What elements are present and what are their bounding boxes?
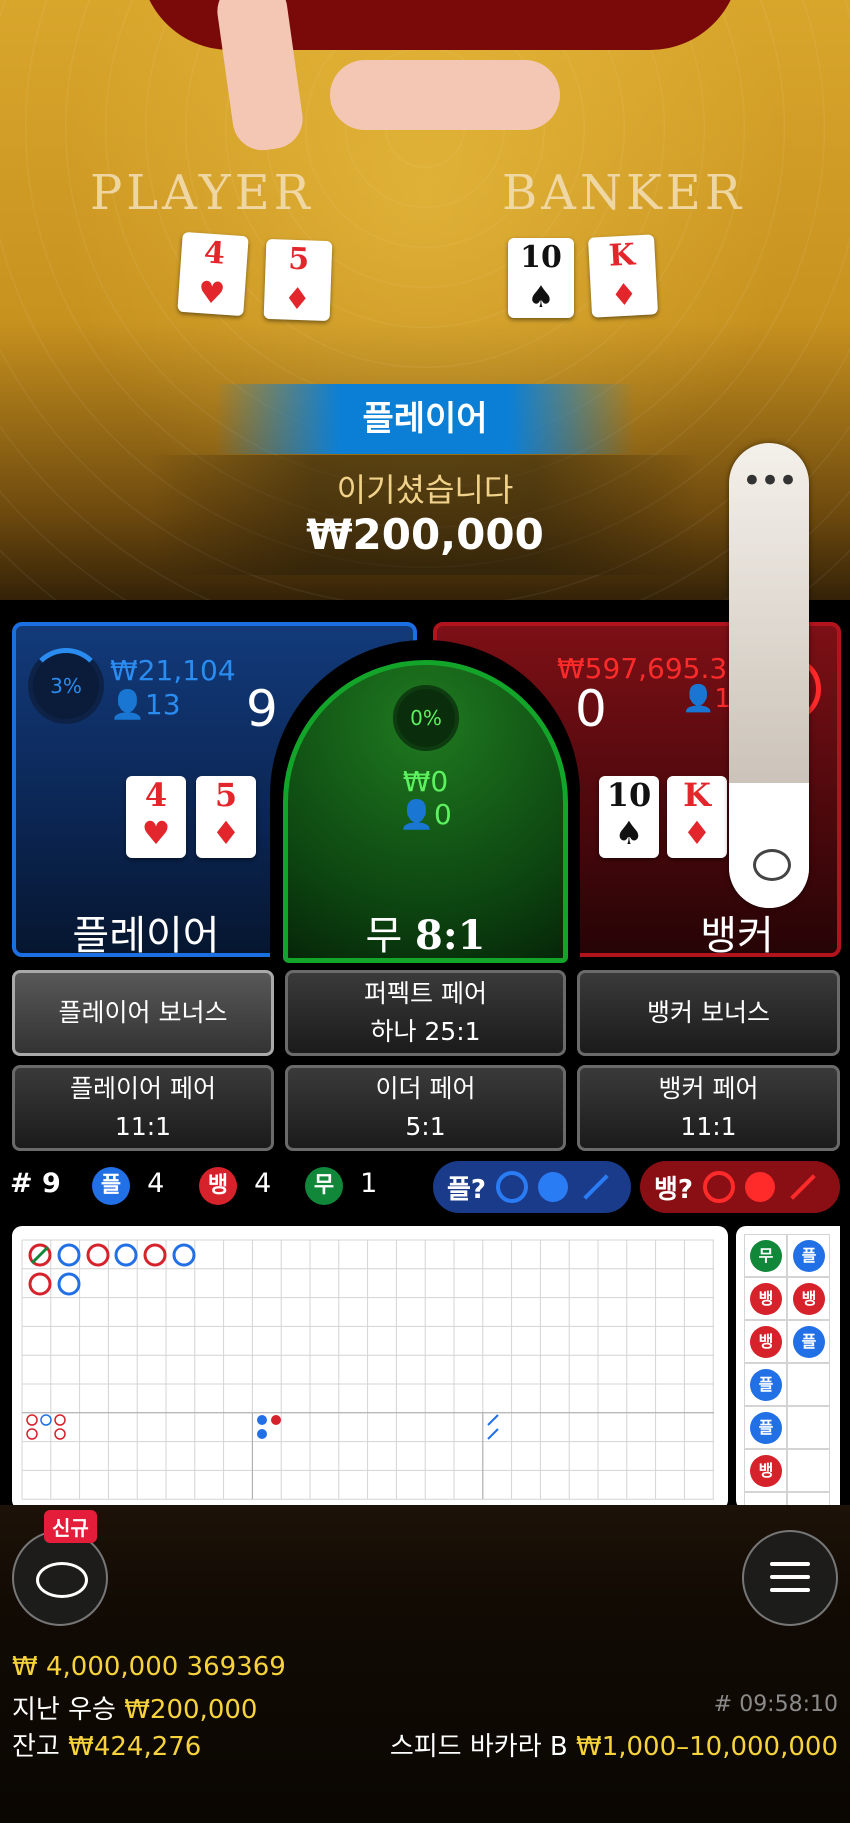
banker-card-1: 10 ♠ <box>599 776 659 858</box>
new-badge: 신규 <box>44 1510 97 1543</box>
player-dot-solid-icon <box>538 1172 569 1202</box>
road-banker-mark <box>28 1272 52 1296</box>
banker-spot-title: 뱅커 <box>700 913 774 959</box>
banker-ring-icon <box>703 1171 736 1203</box>
bead-result: 뱅 <box>793 1283 825 1315</box>
tie-bet-spot[interactable]: 0% ₩0 👤0 무 8:1 <box>283 660 568 963</box>
table-limits: ₩1,000–10,000,000 <box>575 1732 838 1762</box>
player-dot-icon: 플 <box>92 1167 130 1205</box>
person-icon: 👤 <box>110 688 145 721</box>
bead-result: 플 <box>750 1369 782 1401</box>
player-score: 9 <box>246 680 278 738</box>
round-number: # 9 <box>10 1168 61 1199</box>
player-percent-ring: 3% <box>28 648 104 724</box>
player-ring-icon <box>496 1171 529 1203</box>
balance-amount: ₩424,276 <box>68 1732 202 1762</box>
tie-dot-icon: 무 <box>305 1167 343 1205</box>
player-bettor-count: 👤13 <box>110 688 181 721</box>
road-banker-mark <box>143 1243 167 1267</box>
slider-fill <box>729 783 809 908</box>
win-amount: ₩200,000 <box>306 510 544 559</box>
hamburger-icon <box>770 1562 810 1592</box>
player-bet-amount: ₩21,104 <box>110 654 236 687</box>
road-player-mark <box>114 1243 138 1267</box>
tie-bettor-count: 👤0 <box>399 798 452 831</box>
player-slash-icon <box>583 1174 609 1200</box>
balance-label: 잔고 <box>12 1732 60 1762</box>
table-banker-card-2: K ♦ <box>587 234 659 318</box>
chat-button[interactable] <box>12 1530 108 1626</box>
player-count-stat: 플 4 <box>92 1167 164 1205</box>
balance-line: 잔고 ₩424,276 <box>12 1726 201 1763</box>
chip-icon <box>36 1562 88 1598</box>
bead-cell <box>787 1449 830 1492</box>
big-road-scoreboard[interactable] <box>12 1226 728 1510</box>
player-pair-button[interactable]: 플레이어 페어 11:1 <box>12 1065 274 1151</box>
side-panel-slider[interactable]: ••• <box>729 443 809 908</box>
banker-dot-solid-icon <box>745 1172 776 1202</box>
banker-dot-icon: 뱅 <box>199 1167 237 1205</box>
bead-result: 플 <box>793 1326 825 1358</box>
road-tie-slash <box>30 1245 50 1265</box>
menu-button[interactable] <box>742 1530 838 1626</box>
person-icon: 👤 <box>682 684 715 714</box>
bead-result: 플 <box>793 1240 825 1272</box>
more-options-icon[interactable]: ••• <box>729 461 809 501</box>
player-card-2: 5 ♦ <box>196 776 256 858</box>
road-grid <box>21 1239 714 1500</box>
person-icon: 👤 <box>399 798 435 831</box>
last-win-label: 지난 우승 <box>12 1695 116 1725</box>
bead-cell <box>787 1363 830 1406</box>
dealer-right-hand <box>330 60 560 130</box>
tie-spot-title: 무 8:1 <box>365 912 486 959</box>
table-banker-card-1: 10 ♠ <box>508 238 574 318</box>
tie-percent-ring: 0% <box>393 685 459 751</box>
player-bonus-button[interactable]: 플레이어 보너스 <box>12 970 274 1056</box>
jackpot-line: ₩ 4,000,000 369369 <box>12 1652 286 1682</box>
table-player-label: PLAYER <box>90 165 314 221</box>
chip-stack-icon[interactable] <box>753 849 791 881</box>
perfect-pair-button[interactable]: 퍼펙트 페어 하나 25:1 <box>285 970 566 1056</box>
tie-bet-amount: ₩0 <box>402 765 449 798</box>
table-banker-label: BANKER <box>502 165 745 221</box>
big-road-marks <box>28 1243 196 1296</box>
player-spot-title: 플레이어 <box>72 913 220 959</box>
banker-card-2: K ♦ <box>667 776 727 858</box>
tie-payout: 8:1 <box>415 912 486 959</box>
road-player-mark <box>57 1272 81 1296</box>
player-card-1: 4 ♥ <box>126 776 186 858</box>
winner-banner: 플레이어 <box>215 384 635 454</box>
bead-result: 플 <box>750 1412 782 1444</box>
road-player-mark <box>57 1243 81 1267</box>
player-predict-button[interactable]: 플? <box>433 1161 631 1213</box>
table-info[interactable]: 스피드 바카라 B ₩1,000–10,000,000 <box>390 1726 838 1763</box>
table-player-card-1: 4 ♥ <box>177 231 249 317</box>
bead-result: 뱅 <box>750 1326 782 1358</box>
banker-score: 0 <box>575 680 607 738</box>
banker-predict-button[interactable]: 뱅? <box>640 1161 840 1213</box>
bead-result: 무 <box>750 1240 782 1272</box>
bead-result: 뱅 <box>750 1455 782 1487</box>
banker-bonus-button[interactable]: 뱅커 보너스 <box>577 970 840 1056</box>
banker-count-stat: 뱅 4 <box>199 1167 271 1205</box>
banker-pair-button[interactable]: 뱅커 페어 11:1 <box>577 1065 840 1151</box>
table-name: 스피드 바카라 B <box>389 1732 568 1762</box>
banker-bettor-count: 👤1 <box>682 684 731 714</box>
game-id: # 09:58:10 <box>713 1692 838 1717</box>
derived-road-marks <box>26 1414 499 1440</box>
bead-result: 뱅 <box>750 1283 782 1315</box>
last-win-line: 지난 우승 ₩200,000 <box>12 1689 257 1726</box>
bead-cell <box>787 1406 830 1449</box>
banker-slash-icon <box>790 1174 816 1200</box>
road-banker-mark <box>86 1243 110 1267</box>
road-player-mark <box>172 1243 196 1267</box>
either-pair-button[interactable]: 이더 페어 5:1 <box>285 1065 566 1151</box>
table-player-card-2: 5 ♦ <box>263 238 333 322</box>
last-win-amount: ₩200,000 <box>124 1695 258 1725</box>
bead-road-grid: 무플뱅뱅뱅플플플뱅 <box>736 1226 840 1510</box>
win-message: 이기셨습니다 <box>336 471 514 509</box>
live-table-view: PLAYER BANKER 4 ♥ 5 ♦ 10 ♠ K ♦ 플레이어 이기셨습니다 ₩… <box>0 0 850 640</box>
tie-count-stat: 무 1 <box>305 1167 377 1205</box>
bead-road-scoreboard[interactable]: 무플뱅뱅뱅플플플뱅 <box>736 1226 840 1510</box>
